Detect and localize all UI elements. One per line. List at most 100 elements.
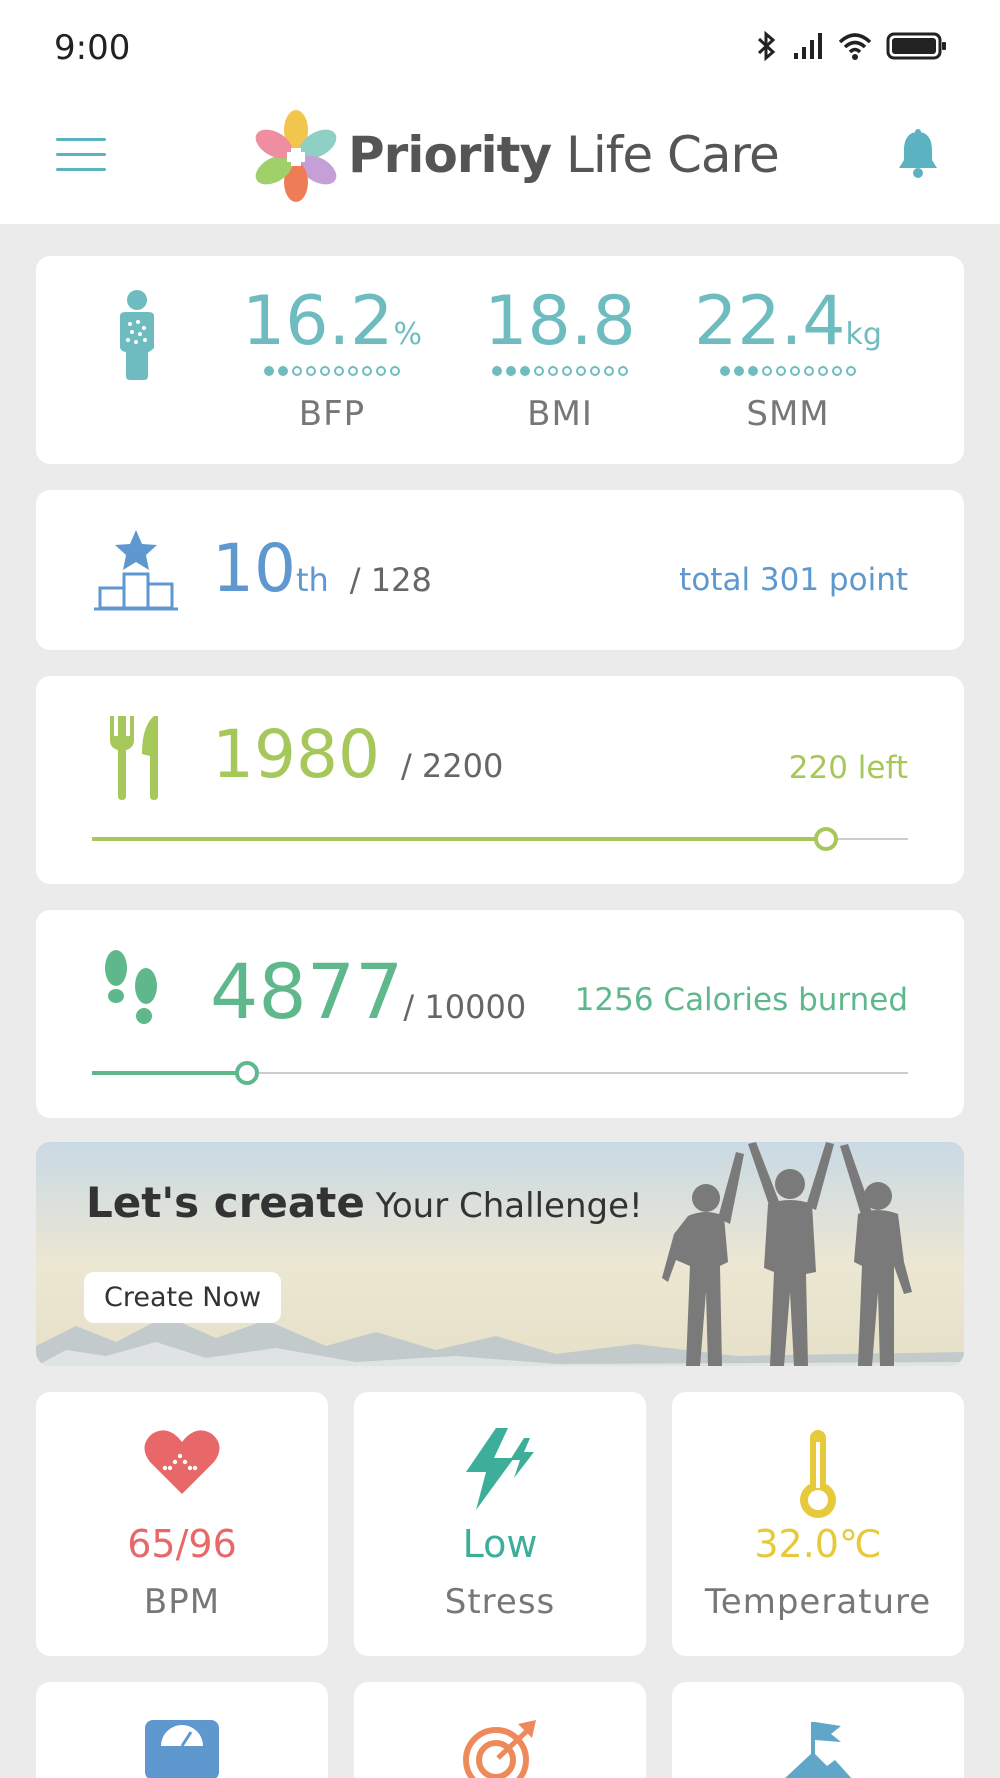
heart-icon [144,1430,220,1494]
mountain-flag-icon [785,1722,852,1778]
level-dot [618,366,628,376]
challenge-banner[interactable]: Let's create Your Challenge! Create Now [36,1142,964,1366]
level-dot [520,366,530,376]
ranking-card[interactable]: 10th / 128 total 301 point [36,490,964,650]
create-now-button[interactable]: Create Now [84,1272,282,1323]
level-dot [790,366,800,376]
calorie-value: 1980 / 2200 [212,716,504,793]
stress-tile[interactable]: Low Stress [354,1392,646,1656]
bpm-label: BPM [143,1582,221,1622]
challenge-tile[interactable] [672,1682,964,1778]
body-composition-icon [120,290,154,380]
metric-label: BMI [527,394,593,434]
level-dot [492,366,502,376]
banner-title: Let's create Your Challenge! [86,1178,643,1227]
steps-progress-fill [92,1071,248,1075]
stress-value: Low [462,1522,538,1566]
metric-level-dots [460,366,660,380]
status-bar: 9:00 [0,0,1000,100]
level-dot [334,366,344,376]
bpm-value: 65/96 [127,1522,237,1566]
calories-left: 220 left [788,750,908,786]
rank-value: 10th / 128 [212,530,432,607]
metric-value: 18.8 [484,282,636,361]
hamburger-line [56,168,106,171]
temperature-tile[interactable]: 32.0℃ Temperature [672,1392,964,1656]
body-metrics-card[interactable]: 16.2% BFP 18.8 BMI 22.4kg SMM [36,256,964,464]
temperature-label: Temperature [704,1582,932,1622]
steps-card[interactable]: 4877/ 10000 1256 Calories burned [36,910,964,1118]
metric-label: BFP [298,394,366,434]
level-dot [278,366,288,376]
hamburger-line [56,138,106,141]
level-dot [776,366,786,376]
weight-tile[interactable] [36,1682,328,1778]
metric-level-dots [688,366,888,380]
stress-label: Stress [444,1582,556,1622]
battery-icon [886,32,946,60]
level-dot [306,366,316,376]
brand-name: Priority Life Care [348,126,780,184]
calories-burned: 1256 Calories burned [574,982,908,1018]
level-dot [534,366,544,376]
level-dot [548,366,558,376]
metric-smm: 22.4kg SMM [688,282,888,434]
steps-progress-bar [92,1061,908,1085]
level-dot [846,366,856,376]
signal-icon [794,33,822,59]
calories-card[interactable]: 1980 / 2200 220 left [36,676,964,884]
level-dot [506,366,516,376]
level-dot [562,366,572,376]
level-dot [348,366,358,376]
fork-knife-icon [110,716,158,800]
level-dot [292,366,302,376]
footprints-icon [105,950,157,1024]
status-time: 9:00 [54,28,131,68]
level-dot [362,366,372,376]
hamburger-line [56,153,106,156]
level-dot [376,366,386,376]
level-dot [604,366,614,376]
app-header: Priority Life Care [0,100,1000,224]
podium-star-icon [94,530,178,611]
level-dot [804,366,814,376]
calorie-progress-knob[interactable] [814,827,839,851]
menu-button[interactable] [56,138,106,174]
metric-label: SMM [746,394,830,434]
notification-bell-icon[interactable] [896,128,940,180]
status-icons [756,30,948,62]
steps-value: 4877/ 10000 [210,947,527,1036]
metric-level-dots [232,366,432,380]
metric-bfp: 16.2% BFP [232,282,432,434]
metric-bmi: 18.8 BMI [460,282,660,434]
temperature-value: 32.0℃ [754,1522,882,1566]
goal-tile[interactable] [354,1682,646,1778]
level-dot [818,366,828,376]
thermometer-icon [800,1430,836,1518]
heart-rate-tile[interactable]: 65/96 BPM [36,1392,328,1656]
level-dot [576,366,586,376]
scale-icon [145,1720,219,1778]
level-dot [734,366,744,376]
people-silhouette-illustration [662,1142,912,1366]
metric-value: 16.2% [242,282,422,361]
target-icon [463,1720,536,1778]
metric-value: 22.4kg [694,282,882,361]
level-dot [590,366,600,376]
level-dot [320,366,330,376]
level-dot [762,366,772,376]
logo-flower-icon [255,110,337,202]
level-dot [748,366,758,376]
wifi-icon [838,33,872,60]
app-logo: Priority Life Care [254,108,780,202]
calorie-progress-bar [92,827,908,851]
calorie-progress-fill [92,837,827,841]
steps-progress-knob[interactable] [235,1061,260,1085]
level-dot [832,366,842,376]
level-dot [720,366,730,376]
level-dot [390,366,400,376]
total-points: total 301 point [679,562,908,598]
lightning-icon [466,1428,534,1510]
bluetooth-icon [757,30,776,62]
level-dot [264,366,274,376]
